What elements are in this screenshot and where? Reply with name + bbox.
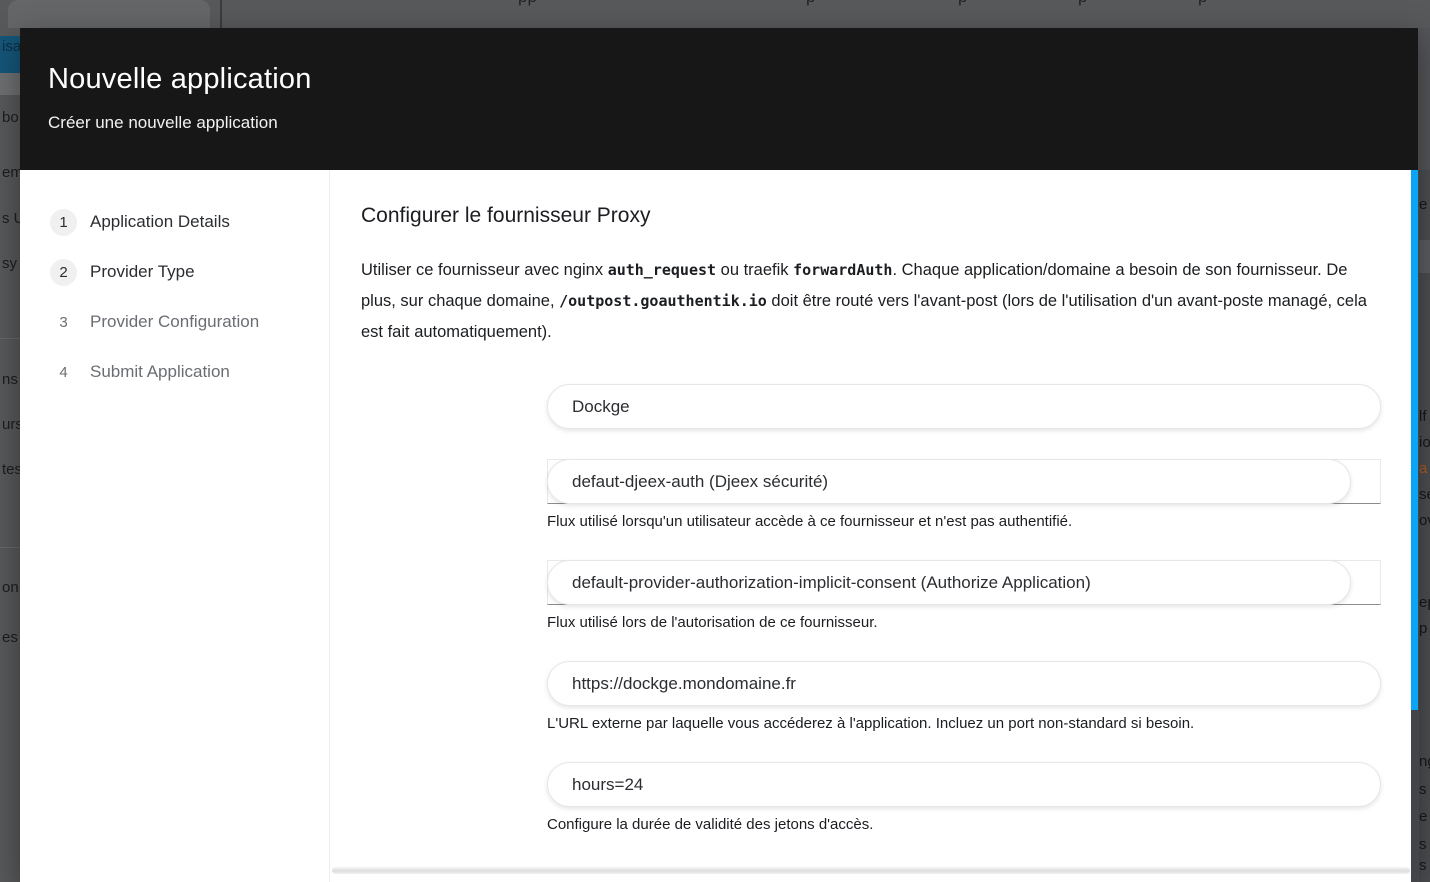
- background-text-fragment: a: [1419, 460, 1427, 477]
- background-text-fragment: p: [1078, 0, 1087, 7]
- dimmed-right-top: [1419, 28, 1430, 170]
- form-field-group: Flux utilisé lors de l'autorisation de c…: [547, 560, 1381, 631]
- modal-header: Nouvelle application Créer une nouvelle …: [20, 28, 1418, 170]
- external-host-input[interactable]: [547, 661, 1381, 706]
- form-field-group: [547, 384, 1381, 429]
- step-label: Submit Application: [90, 362, 230, 382]
- inline-code: auth_request: [608, 261, 716, 279]
- step-label: Application Details: [90, 212, 230, 232]
- background-text-fragment: lf: [1419, 408, 1427, 425]
- wizard-step-application-details[interactable]: 1 Application Details: [20, 197, 329, 247]
- provider-form: Flux utilisé lorsqu'un utilisateur accèd…: [547, 384, 1381, 833]
- background-text-fragment: ep: [1419, 594, 1430, 611]
- step-number: 4: [50, 359, 77, 386]
- background-text-fragment: on: [2, 579, 19, 596]
- authorization-flow-select-wrapper[interactable]: [547, 560, 1381, 605]
- description-text: ou traefik: [716, 261, 793, 279]
- background-text-fragment: p: [1419, 620, 1427, 637]
- dimmed-sidebar-separator: [0, 338, 20, 339]
- modal-body: 1 Application Details 2 Provider Type 3 Provi…: [20, 170, 1418, 882]
- step-label: Provider Configuration: [90, 312, 259, 332]
- dimmed-card: [8, 0, 210, 28]
- authentication-flow-select[interactable]: [547, 459, 1351, 504]
- description-text: Utiliser ce fournisseur avec nginx: [361, 261, 608, 279]
- dimmed-sidebar-item: [0, 73, 20, 95]
- step-label: Provider Type: [90, 262, 195, 282]
- background-text-fragment: s l: [1419, 781, 1430, 798]
- background-text-fragment: es: [2, 629, 18, 646]
- dimmed-page-top: pppppp: [0, 0, 1430, 28]
- dimmed-right-band: [1419, 240, 1430, 273]
- token-validity-input[interactable]: [547, 762, 1381, 807]
- form-field-group: Configure la durée de validité des jeton…: [547, 762, 1381, 833]
- field-helper-text: L'URL externe par laquelle vous accédere…: [547, 715, 1381, 732]
- background-text-fragment: p: [806, 0, 815, 7]
- new-application-modal: Nouvelle application Créer une nouvelle …: [20, 28, 1418, 882]
- background-text-fragment: p: [958, 0, 967, 7]
- step-number: 3: [50, 309, 77, 336]
- modal-scrollbar-thumb[interactable]: [1411, 170, 1418, 710]
- background-text-fragment: io: [1419, 434, 1430, 451]
- background-text-fragment: bo: [2, 109, 19, 126]
- background-text-fragment: p: [1198, 0, 1207, 7]
- background-text-fragment: se: [1419, 486, 1430, 503]
- background-text-fragment: sy: [2, 255, 17, 272]
- wizard-step-provider-configuration[interactable]: 3 Provider Configuration: [20, 297, 329, 347]
- dimmed-divider: [220, 0, 222, 28]
- next-field-peek: [332, 867, 1410, 874]
- modal-title: Nouvelle application: [48, 63, 1390, 96]
- background-text-fragment: em: [2, 164, 20, 181]
- background-text-fragment: ng: [1419, 753, 1430, 770]
- background-text-fragment: ns: [2, 371, 18, 388]
- provider-description: Utiliser ce fournisseur avec nginx auth_…: [361, 255, 1381, 348]
- background-text-fragment: ov: [1419, 512, 1430, 529]
- field-helper-text: Flux utilisé lors de l'autorisation de c…: [547, 614, 1381, 631]
- field-helper-text: Flux utilisé lorsqu'un utilisateur accèd…: [547, 513, 1381, 530]
- background-text-fragment: isa: [2, 38, 20, 55]
- authorization-flow-select[interactable]: [547, 560, 1351, 605]
- authentication-flow-select-wrapper[interactable]: [547, 459, 1381, 504]
- step-heading: Configurer le fournisseur Proxy: [361, 204, 1381, 228]
- wizard-step-provider-type[interactable]: 2 Provider Type: [20, 247, 329, 297]
- background-text-fragment: tes: [2, 461, 20, 478]
- field-helper-text: Configure la durée de validité des jeton…: [547, 816, 1381, 833]
- background-text-fragment: e y: [1419, 808, 1430, 825]
- dimmed-page-right: e n lf io a se ov ep p ng s l e y ss: [1419, 28, 1430, 882]
- inline-code: forwardAuth: [793, 261, 892, 279]
- background-text-fragment: urs: [2, 416, 20, 433]
- application-name-input[interactable]: [547, 384, 1381, 429]
- background-text-fragment: pp: [518, 0, 537, 7]
- step-number: 1: [50, 209, 77, 236]
- modal-scrollbar-track[interactable]: [1411, 170, 1418, 882]
- background-text-fragment: s: [1419, 836, 1427, 853]
- step-number: 2: [50, 259, 77, 286]
- dimmed-sidebar: isa bo em s U sy ns urs tes on es: [0, 28, 20, 882]
- background-text-fragment: s: [1419, 857, 1427, 874]
- background-text-fragment: e n: [1419, 196, 1430, 213]
- modal-subtitle: Créer une nouvelle application: [48, 113, 1390, 133]
- dimmed-sidebar-separator: [0, 547, 20, 548]
- wizard-steps: 1 Application Details 2 Provider Type 3 Provi…: [20, 170, 330, 882]
- form-field-group: L'URL externe par laquelle vous accédere…: [547, 661, 1381, 732]
- inline-code: /outpost.goauthentik.io: [559, 292, 767, 310]
- wizard-step-submit-application[interactable]: 4 Submit Application: [20, 347, 329, 397]
- wizard-content: Configurer le fournisseur Proxy Utiliser…: [330, 170, 1411, 882]
- background-text-fragment: s U: [2, 210, 20, 227]
- form-field-group: Flux utilisé lorsqu'un utilisateur accèd…: [547, 459, 1381, 530]
